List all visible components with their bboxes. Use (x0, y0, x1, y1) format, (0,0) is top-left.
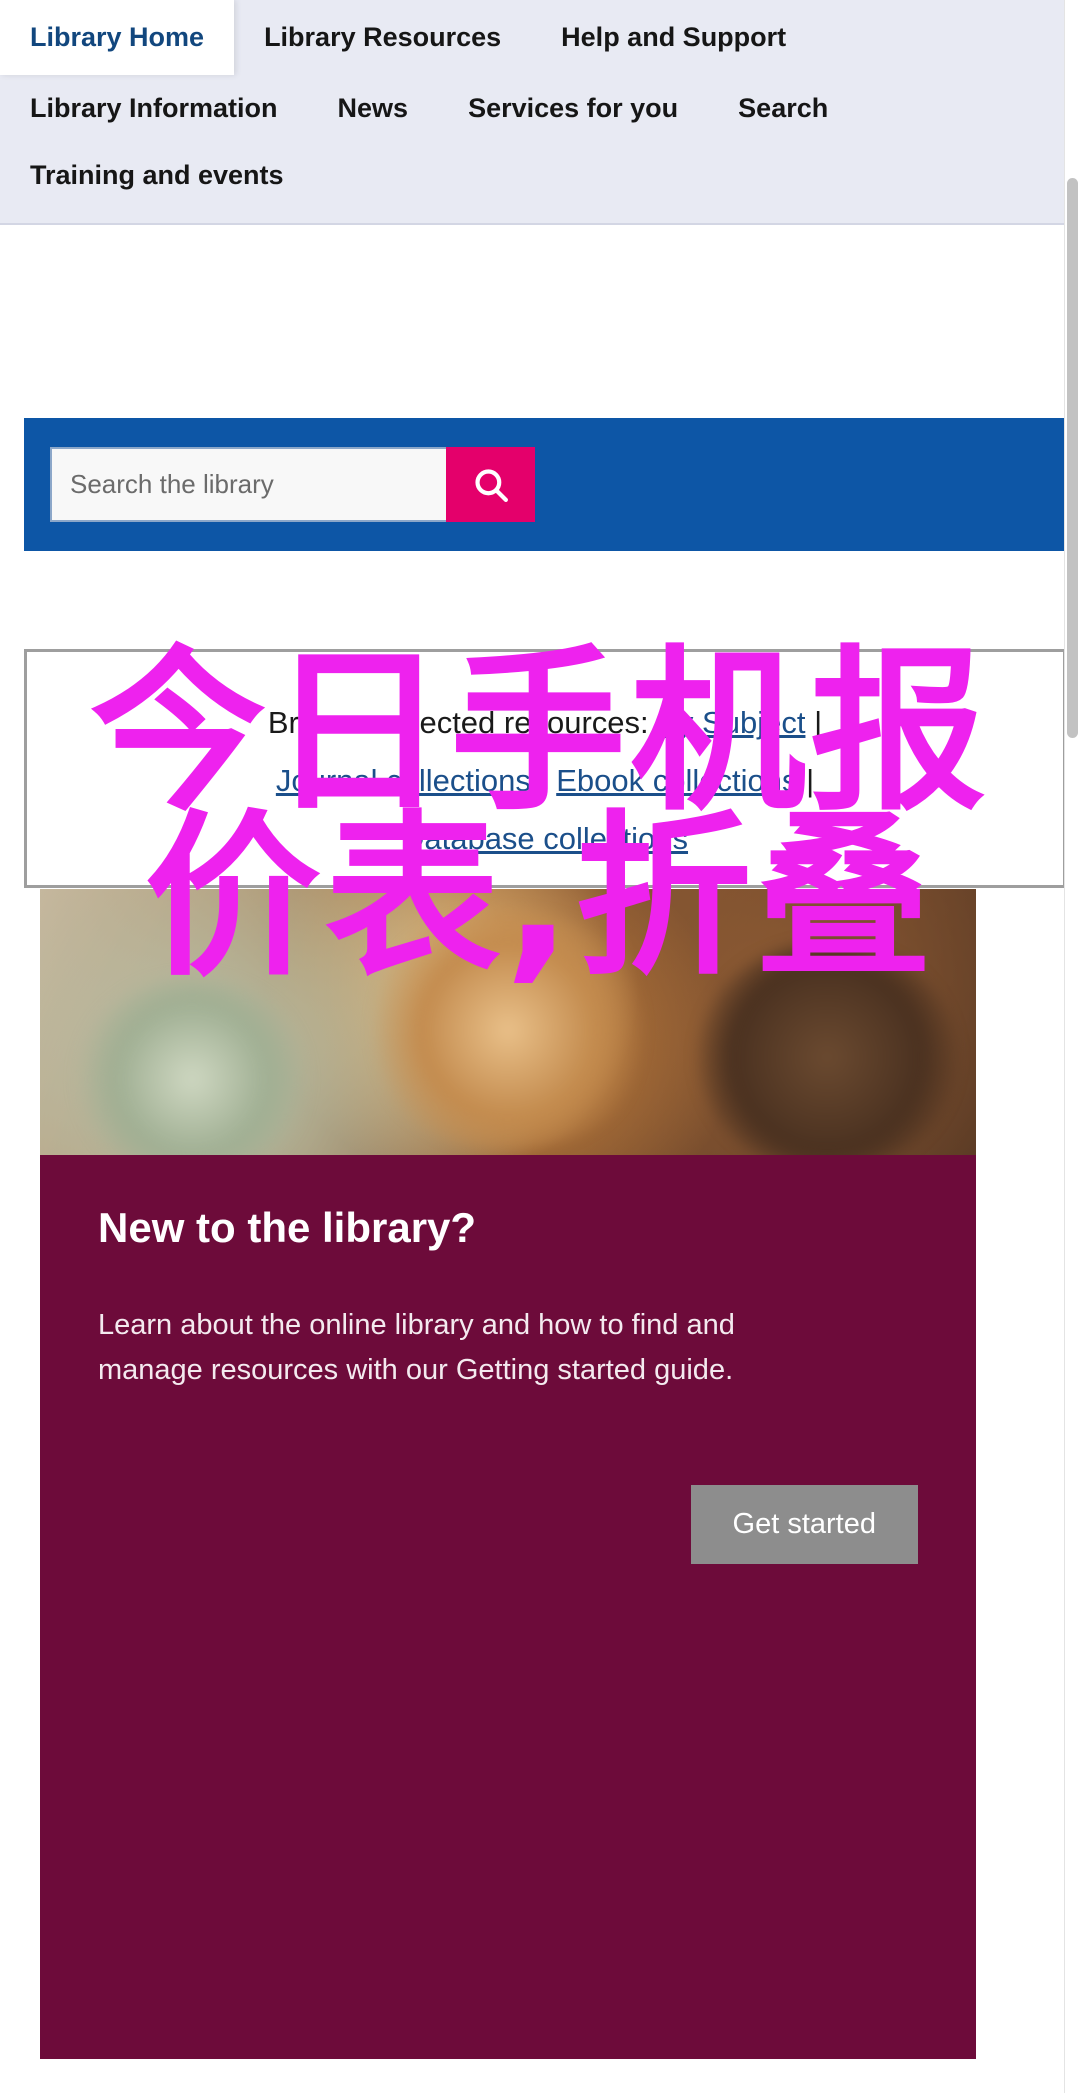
nav-row-3: Training and events (0, 142, 1064, 209)
search-submit-button[interactable] (446, 447, 535, 522)
browse-link-by-subject[interactable]: By Subject (657, 705, 805, 740)
search-form (50, 447, 535, 522)
main-navigation: Library Home Library Resources Help and … (0, 0, 1064, 226)
promo-description: Learn about the online library and how t… (98, 1309, 735, 1387)
nav-row-1: Library Home Library Resources Help and … (0, 0, 1064, 76)
page-scrollbar-thumb[interactable] (1067, 178, 1078, 738)
page-root: Library Home Library Resources Help and … (0, 0, 1080, 2093)
promo-body: New to the library? Learn about the onli… (40, 1155, 976, 2059)
search-input[interactable] (50, 447, 446, 522)
browse-link-journal-collections[interactable]: Journal collections (276, 763, 531, 798)
page-scrollbar-track[interactable] (1064, 0, 1080, 2093)
search-banner (24, 418, 1066, 551)
get-started-button[interactable]: Get started (690, 1485, 918, 1564)
nav-item-services-for-you[interactable]: Services for you (438, 75, 708, 142)
search-icon (470, 464, 512, 506)
nav-item-training-and-events[interactable]: Training and events (0, 142, 314, 209)
browse-label: Browse selected resources: (267, 705, 649, 740)
browse-resources-box: Browse selected resources: By Subject | … (24, 649, 1066, 888)
nav-item-help-and-support[interactable]: Help and Support (531, 0, 816, 75)
browse-line-3: Database collections (27, 810, 1063, 868)
browse-link-database-collections[interactable]: Database collections (402, 821, 688, 856)
promo-image-blur-center (358, 910, 659, 1151)
nav-item-library-information[interactable]: Library Information (0, 75, 308, 142)
page-bottom-edge (0, 2085, 1064, 2093)
promo-title: New to the library? (98, 1204, 477, 1251)
browse-separator: | (539, 763, 548, 798)
nav-row-2: Library Information News Services for yo… (0, 75, 1064, 142)
browse-separator: | (814, 705, 823, 740)
browse-line-2: Journal collections | Ebook collections … (27, 752, 1063, 810)
promo-image (40, 889, 976, 1155)
browse-link-ebook-collections[interactable]: Ebook collections (556, 763, 797, 798)
browse-separator: | (806, 763, 815, 798)
promo-image-blur-right (697, 942, 958, 1155)
nav-item-library-resources[interactable]: Library Resources (234, 0, 531, 75)
nav-item-search[interactable]: Search (708, 75, 858, 142)
promo-image-blur-left (77, 979, 308, 1155)
promo-card-new-to-library: New to the library? Learn about the onli… (40, 889, 976, 2059)
browse-line-1: Browse selected resources: By Subject | (27, 694, 1063, 752)
nav-item-news[interactable]: News (308, 75, 439, 142)
nav-item-library-home[interactable]: Library Home (0, 0, 235, 76)
